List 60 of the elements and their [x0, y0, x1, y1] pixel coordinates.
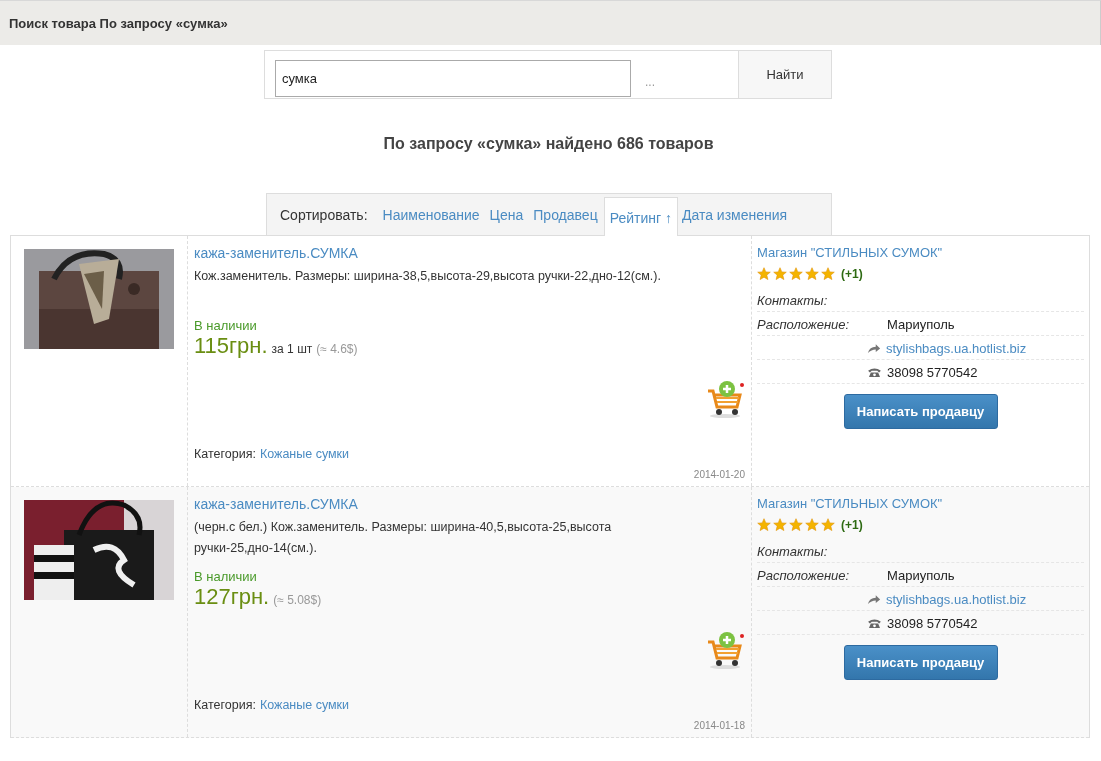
share-arrow-icon — [867, 342, 881, 354]
availability-text: В наличии — [194, 318, 257, 333]
availability-text: В наличии — [194, 569, 257, 584]
category-label: Категория: — [194, 698, 256, 712]
star-icon — [773, 518, 787, 532]
date-text: 2014-01-18 — [693, 720, 745, 731]
star-icon — [821, 267, 835, 281]
phone-number: 38098 5770542 — [887, 364, 978, 380]
share-arrow-icon — [867, 593, 881, 605]
star-icon — [821, 518, 835, 532]
date-text: 2014-01-20 — [693, 469, 745, 480]
product-description: (черн.с бел.) Кож.заменитель. Размеры: ширина-40,5,высота-25,высота ручки-25,дно-14(см.). — [194, 519, 613, 557]
sort-tab[interactable]: Продавец — [533, 207, 598, 235]
unit-text: за 1 шт — [271, 342, 313, 356]
category-link[interactable]: Кожаные сумки — [259, 698, 350, 712]
price-text: 115грн. — [194, 333, 268, 359]
sort-tab[interactable]: Рейтинг ↑ — [603, 197, 678, 236]
page-title: Поиск товара По запросу «сумка» — [9, 15, 228, 31]
sort-tab[interactable]: Наименование — [382, 207, 480, 235]
phone-icon — [867, 366, 882, 378]
star-icon — [805, 518, 819, 532]
product-description: Кож.заменитель. Размеры: ширина-38,5,высота-29,высота ручки-22,дно-12(см.). — [194, 268, 662, 285]
results-heading: По запросу «сумка» найдено 686 товаров — [382, 135, 715, 154]
website-link[interactable]: stylishbags.ua.hotlist.biz — [886, 340, 1027, 356]
star-icon — [773, 267, 787, 281]
star-icon — [757, 267, 771, 281]
product-link[interactable]: кажа-заменитель.СУМКА — [194, 245, 358, 261]
location-text: Мариуполь — [886, 567, 955, 583]
more-link[interactable]: ... — [631, 51, 738, 98]
usd-price: (≈ 4.6$) — [316, 342, 358, 356]
contact-seller-button[interactable]: Написать продавцу — [843, 394, 998, 429]
sort-tab[interactable]: Цена — [489, 207, 524, 235]
star-icon — [789, 518, 803, 532]
rating-count: (+1) — [841, 267, 863, 281]
price-text: 127грн. — [194, 584, 270, 610]
contact-seller-button[interactable]: Написать продавцу — [843, 645, 998, 680]
shop-link[interactable]: Магазин "СТИЛЬНЫХ СУМОК" — [757, 496, 943, 511]
add-to-cart-icon[interactable] — [705, 379, 745, 419]
phone-number: 38098 5770542 — [887, 615, 978, 631]
star-icon — [805, 267, 819, 281]
website-link[interactable]: stylishbags.ua.hotlist.biz — [886, 591, 1027, 607]
rating-count: (+1) — [841, 518, 863, 532]
category-link[interactable]: Кожаные сумки — [259, 447, 350, 461]
contacts-label: Контакты: — [757, 543, 829, 559]
contacts-label: Контакты: — [757, 292, 829, 308]
sort-tab[interactable]: Дата изменения — [681, 207, 788, 235]
add-to-cart-icon[interactable] — [705, 630, 745, 670]
category-label: Категория: — [194, 447, 256, 461]
sort-label: Сортировать: — [280, 207, 368, 225]
location-label: Расположение: — [757, 316, 851, 332]
shop-link[interactable]: Магазин "СТИЛЬНЫХ СУМОК" — [757, 245, 943, 260]
search-field[interactable]: сумка — [275, 60, 631, 97]
location-text: Мариуполь — [886, 316, 955, 332]
product-link[interactable]: кажа-заменитель.СУМКА — [194, 496, 358, 512]
phone-icon — [867, 617, 882, 629]
location-label: Расположение: — [757, 567, 851, 583]
search-button[interactable]: Найти — [738, 51, 831, 98]
usd-price: (≈ 5.08$) — [273, 593, 322, 607]
star-icon — [757, 518, 771, 532]
star-icon — [789, 267, 803, 281]
